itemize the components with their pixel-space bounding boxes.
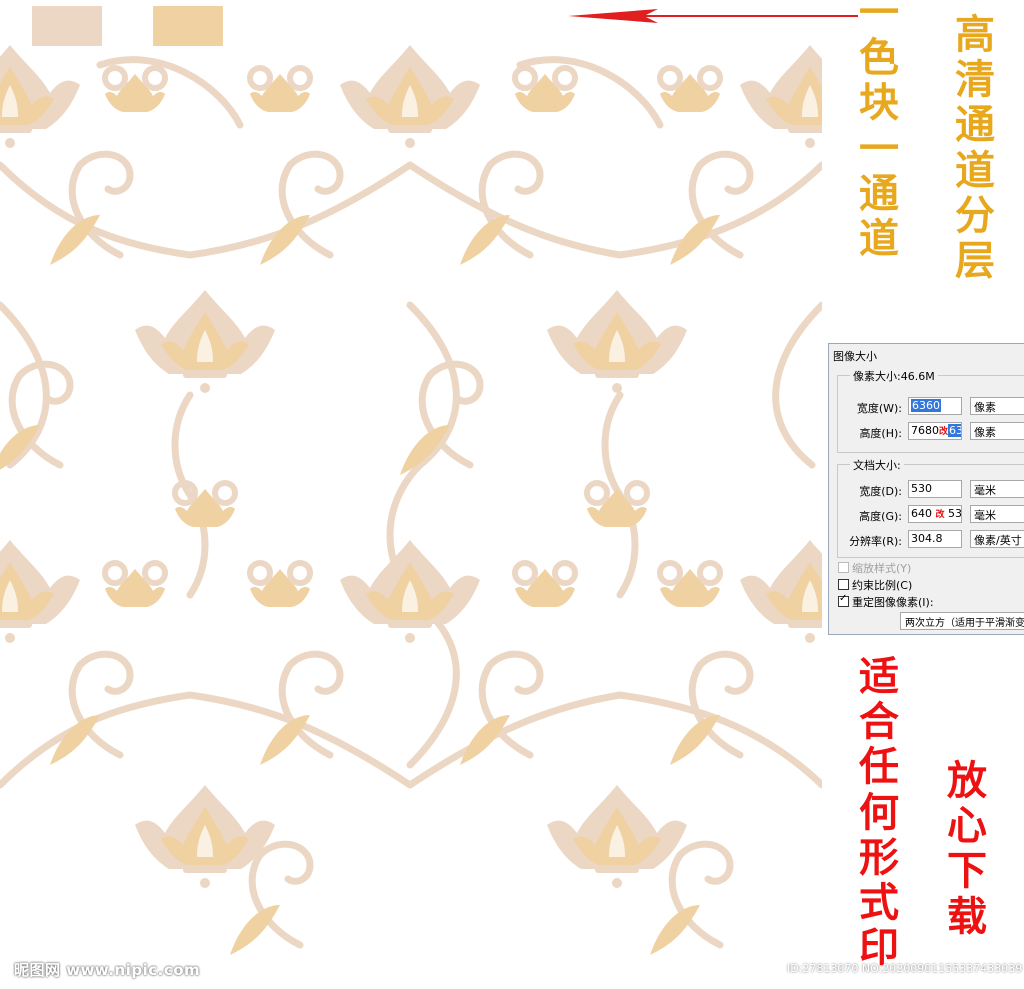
doc-height-input[interactable]: 640 改 530 <box>908 505 962 523</box>
pixel-width-label: 宽度(W): <box>856 402 902 415</box>
annotation-download-safely: 放心下载 <box>944 758 990 939</box>
annotation-char: 分 <box>955 191 995 239</box>
edit-mark: 改 <box>939 427 949 437</box>
pixel-width-input[interactable]: 6360 <box>908 397 962 415</box>
resample-method-select[interactable]: 两次立方（适用于平滑渐变 <box>900 612 1024 630</box>
annotation-char: 一 <box>859 0 899 36</box>
annotation-char: 形 <box>859 833 899 881</box>
site-watermark: 昵图网 www.nipic.com <box>14 961 201 979</box>
doc-width-unit-select[interactable]: 毫米 <box>970 480 1024 498</box>
document-size-label: 文档大小: <box>850 457 904 473</box>
doc-height-label: 高度(G): <box>859 510 902 523</box>
color-swatch-pink <box>32 6 102 46</box>
annotation-char: 载 <box>947 892 987 940</box>
dialog-title: 图像大小 <box>833 350 877 363</box>
annotation-char: 放 <box>947 757 987 804</box>
edit-mark: 改 <box>935 510 945 520</box>
annotation-char: 道 <box>955 146 995 194</box>
pixel-dimensions-group: 像素大小:46.6M 宽度(W): 6360 像素▼ 高度(H): 7680改6… <box>837 368 1024 453</box>
annotation-suitable-any-print: 适合任何形式印 <box>856 653 902 971</box>
annotation-char: 何 <box>859 788 899 836</box>
annotation-char: 道 <box>859 214 899 262</box>
doc-width-label: 宽度(D): <box>859 485 902 498</box>
pixel-height-unit-select[interactable]: 像素▼ <box>970 422 1024 440</box>
annotation-char: 任 <box>859 743 899 791</box>
doc-width-input[interactable]: 530 <box>908 480 962 498</box>
annotation-char: 高 <box>955 11 995 58</box>
annotation-char: 色 <box>859 34 899 82</box>
resolution-unit-select[interactable]: 像素/英寸 <box>970 530 1024 548</box>
pixel-height-input[interactable]: 7680改6360 <box>908 422 962 440</box>
doc-height-unit-select[interactable]: 毫米 <box>970 505 1024 523</box>
document-size-group: 文档大小: 宽度(D): 530 毫米 高度(G): 640 改 530 毫米 … <box>837 457 1024 558</box>
resolution-label: 分辨率(R): <box>849 535 902 548</box>
annotation-char: 清 <box>955 56 995 104</box>
annotation-char: 块 <box>859 79 899 127</box>
annotation-char: 适 <box>859 653 899 700</box>
annotation-char: 层 <box>955 236 995 284</box>
constrain-proportions-checkbox[interactable]: 约束比例(C) <box>838 577 912 593</box>
annotation-char: 通 <box>859 169 899 217</box>
annotation-char: 通 <box>955 101 995 149</box>
pixel-width-unit-select[interactable]: 像素▼ <box>970 397 1024 415</box>
annotation-char: 式 <box>859 878 899 926</box>
annotation-char: 一 <box>859 124 899 172</box>
pixel-height-label: 高度(H): <box>859 427 902 440</box>
id-watermark: ID:27813070 NO:20200901155337433039 <box>787 962 1023 975</box>
annotation-char: 下 <box>947 847 987 895</box>
damask-pattern <box>0 45 822 989</box>
resolution-input[interactable]: 304.8 <box>908 530 962 548</box>
annotation-hd-channel-layered: 高清通道分层 <box>952 12 998 283</box>
color-swatch-gold <box>153 6 223 46</box>
annotation-char: 心 <box>947 802 987 850</box>
resample-checkbox[interactable]: 重定图像像素(I): <box>838 593 934 610</box>
image-size-dialog: 图像大小 像素大小:46.6M 宽度(W): 6360 像素▼ 高度(H): 7… <box>828 343 1024 635</box>
pixel-dimensions-label: 像素大小:46.6M <box>850 368 938 384</box>
left-arrow-icon <box>568 9 858 23</box>
scale-styles-checkbox[interactable]: 缩放样式(Y) <box>838 560 911 576</box>
annotation-one-color-one-channel: 一色块一通道 <box>856 0 902 261</box>
annotation-char: 合 <box>859 698 899 746</box>
